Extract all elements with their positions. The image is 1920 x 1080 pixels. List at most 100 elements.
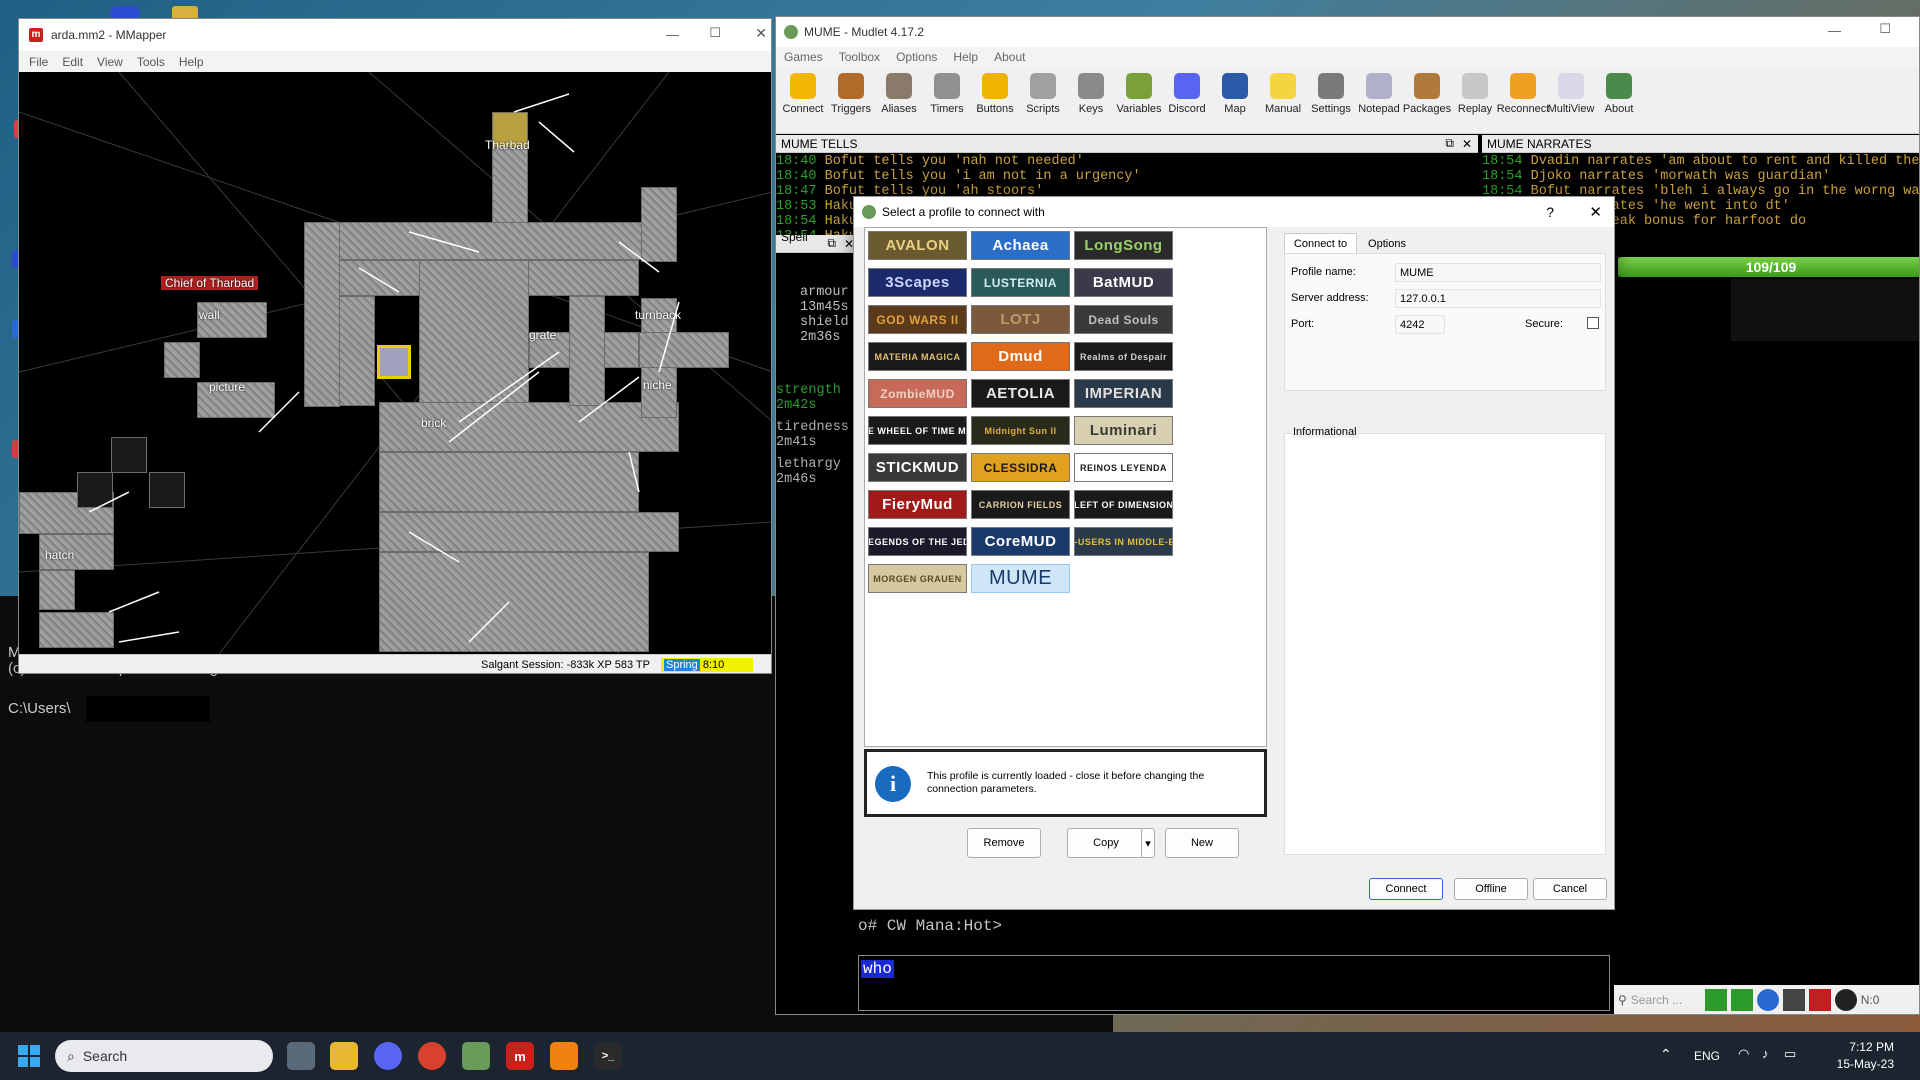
profile-tile-imperian[interactable]: IMPERIAN (1074, 379, 1173, 408)
timestamp-icon[interactable] (1782, 989, 1805, 1011)
copy-dropdown-icon[interactable]: ▾ (1141, 828, 1155, 858)
toolbar-keys-button[interactable]: Keys (1068, 67, 1114, 115)
mmapper-window[interactable]: m arda.mm2 - MMapper — ☐ ✕ File Edit Vie… (18, 18, 772, 674)
terminal-taskbar-icon[interactable]: >_ (594, 1042, 622, 1070)
profile-tile-aetolia[interactable]: AETOLIA (971, 379, 1070, 408)
profile-tile-the-wheel-of-time-mud[interactable]: THE WHEEL OF TIME MUD (868, 416, 967, 445)
offline-button[interactable]: Offline (1454, 878, 1528, 900)
menu-help[interactable]: Help (179, 55, 204, 69)
profile-tile-god-wars-ii[interactable]: GOD WARS II (868, 305, 967, 334)
volume-icon[interactable]: ♪ (1762, 1046, 1769, 1061)
menu-toolbox[interactable]: Toolbox (839, 50, 880, 64)
map-canvas[interactable]: Tharbad Chief of Tharbad wall picture gr… (19, 72, 771, 654)
menu-view[interactable]: View (97, 55, 123, 69)
connect-button[interactable]: Connect (1369, 878, 1443, 900)
input-language[interactable]: ENG (1694, 1049, 1720, 1063)
toolbar-buttons-button[interactable]: Buttons (972, 67, 1018, 115)
scroll-up-icon[interactable] (1704, 989, 1727, 1011)
menu-tools[interactable]: Tools (137, 55, 165, 69)
profile-tile-zombiemud[interactable]: ZombieMUD (868, 379, 967, 408)
float-icon[interactable]: ⧉ (1445, 136, 1454, 151)
profile-tile-dead-souls[interactable]: Dead Souls (1074, 305, 1173, 334)
vlc-icon[interactable] (550, 1042, 578, 1070)
toolbar-timers-button[interactable]: Timers (924, 67, 970, 115)
port-field[interactable]: 4242 (1395, 315, 1445, 334)
menu-edit[interactable]: Edit (62, 55, 83, 69)
profile-tile-materia-magica[interactable]: MATERIA MAGICA (868, 342, 967, 371)
info-icon[interactable] (1756, 989, 1779, 1011)
menu-file[interactable]: File (29, 55, 48, 69)
profile-name-field[interactable]: MUME (1395, 263, 1601, 282)
minimize-icon[interactable]: — (1828, 23, 1841, 38)
profile-tile-realms-of-despair[interactable]: Realms of Despair (1074, 342, 1173, 371)
profile-tile-luminari[interactable]: Luminari (1074, 416, 1173, 445)
new-profile-button[interactable]: New (1165, 828, 1239, 858)
clock-time[interactable]: 7:12 PM (1834, 1040, 1894, 1054)
toolbar-manual-button[interactable]: Manual (1260, 67, 1306, 115)
menu-options[interactable]: Options (896, 50, 937, 64)
maximize-icon[interactable]: ☐ (1879, 21, 1891, 37)
profile-tile-3scapes[interactable]: 3Scapes (868, 268, 967, 297)
chevron-up-icon[interactable]: ⌃ (1660, 1046, 1672, 1063)
profile-tile-dmud[interactable]: Dmud (971, 342, 1070, 371)
profile-list[interactable]: AVALON Achaea LongSong 3Scapes LUSTERNIA BatM… (864, 227, 1267, 747)
toolbar-replay-button[interactable]: Replay (1452, 67, 1498, 115)
profile-tile-clessidra[interactable]: CLESSIDRA (971, 453, 1070, 482)
toolbar-aliases-button[interactable]: Aliases (876, 67, 922, 115)
toolbar-settings-button[interactable]: Settings (1308, 67, 1354, 115)
profile-tile-achaea[interactable]: Achaea (971, 231, 1070, 260)
toolbar-discord-button[interactable]: Discord (1164, 67, 1210, 115)
profile-tile-avalon[interactable]: AVALON (868, 231, 967, 260)
wifi-icon[interactable]: ◠ (1738, 1046, 1749, 1062)
profile-tile-cleft-of-dimensions[interactable]: CLEFT OF DIMENSIONS (1074, 490, 1173, 519)
minimize-icon[interactable]: — (666, 27, 679, 42)
task-view-icon[interactable] (287, 1042, 315, 1070)
tab-connect-to[interactable]: Connect to (1284, 233, 1357, 253)
close-icon[interactable]: ✕ (755, 25, 767, 42)
profile-tile-midnight-sun-ii[interactable]: Midnight Sun II (971, 416, 1070, 445)
profile-tile-fierymud[interactable]: FieryMud (868, 490, 967, 519)
mmapper-titlebar[interactable]: m arda.mm2 - MMapper — ☐ ✕ (19, 19, 771, 51)
dialog-close-button[interactable]: ✕ (1589, 203, 1602, 221)
record-icon[interactable] (1808, 989, 1831, 1011)
toolbar-variables-button[interactable]: Variables (1116, 67, 1162, 115)
console-search-input[interactable]: Search ... (1631, 993, 1701, 1007)
toolbar-triggers-button[interactable]: Triggers (828, 67, 874, 115)
profile-tile-reinos-leyenda[interactable]: REINOS LEYENDA (1074, 453, 1173, 482)
toolbar-multiview-button[interactable]: MultiView (1548, 67, 1594, 115)
battery-icon[interactable]: ▭ (1784, 1046, 1796, 1062)
profile-tile-mume[interactable]: MUME (971, 564, 1070, 593)
toolbar-reconnect-button[interactable]: Reconnect (1497, 67, 1549, 115)
float-icon[interactable]: ⧉ (827, 236, 836, 251)
discord-icon[interactable] (374, 1042, 402, 1070)
profile-tile-lusternia[interactable]: LUSTERNIA (971, 268, 1070, 297)
profile-tile-lotj[interactable]: LOTJ (971, 305, 1070, 334)
tab-options[interactable]: Options (1359, 235, 1415, 253)
profile-tile-morgen-grauen[interactable]: MORGEN GRAUEN (868, 564, 967, 593)
profile-tile-batmud[interactable]: BatMUD (1074, 268, 1173, 297)
toolbar-map-button[interactable]: Map (1212, 67, 1258, 115)
windows-start-icon[interactable] (18, 1045, 40, 1067)
clock-date[interactable]: 15-May-23 (1834, 1057, 1894, 1071)
dialog-titlebar[interactable]: Select a profile to connect with ? ✕ (854, 197, 1614, 227)
chrome-icon[interactable] (418, 1042, 446, 1070)
menu-help[interactable]: Help (953, 50, 978, 64)
toolbar-scripts-button[interactable]: Scripts (1020, 67, 1066, 115)
mmapper-taskbar-icon[interactable]: m (506, 1042, 534, 1070)
mudlet-taskbar-icon[interactable] (462, 1042, 490, 1070)
secure-checkbox[interactable] (1587, 317, 1599, 329)
profile-tile-legends-of-the-jedi[interactable]: LEGENDS OF THE JEDI (868, 527, 967, 556)
toolbar-about-button[interactable]: About (1596, 67, 1642, 115)
profile-dialog[interactable]: Select a profile to connect with ? ✕ AVA… (853, 196, 1615, 910)
toolbar-packages-button[interactable]: Packages (1403, 67, 1451, 115)
cancel-button[interactable]: Cancel (1533, 878, 1607, 900)
file-explorer-icon[interactable] (330, 1042, 358, 1070)
emergency-stop-icon[interactable] (1834, 989, 1857, 1011)
menu-games[interactable]: Games (784, 50, 823, 64)
profile-tile-carrion-fields[interactable]: CARRION FIELDS (971, 490, 1070, 519)
taskbar-search-box[interactable]: ⌕ Search (55, 1040, 273, 1072)
help-button[interactable]: ? (1546, 204, 1554, 220)
menu-about[interactable]: About (994, 50, 1025, 64)
copy-profile-button[interactable]: Copy (1067, 828, 1145, 858)
close-icon[interactable]: ✕ (1462, 137, 1472, 151)
